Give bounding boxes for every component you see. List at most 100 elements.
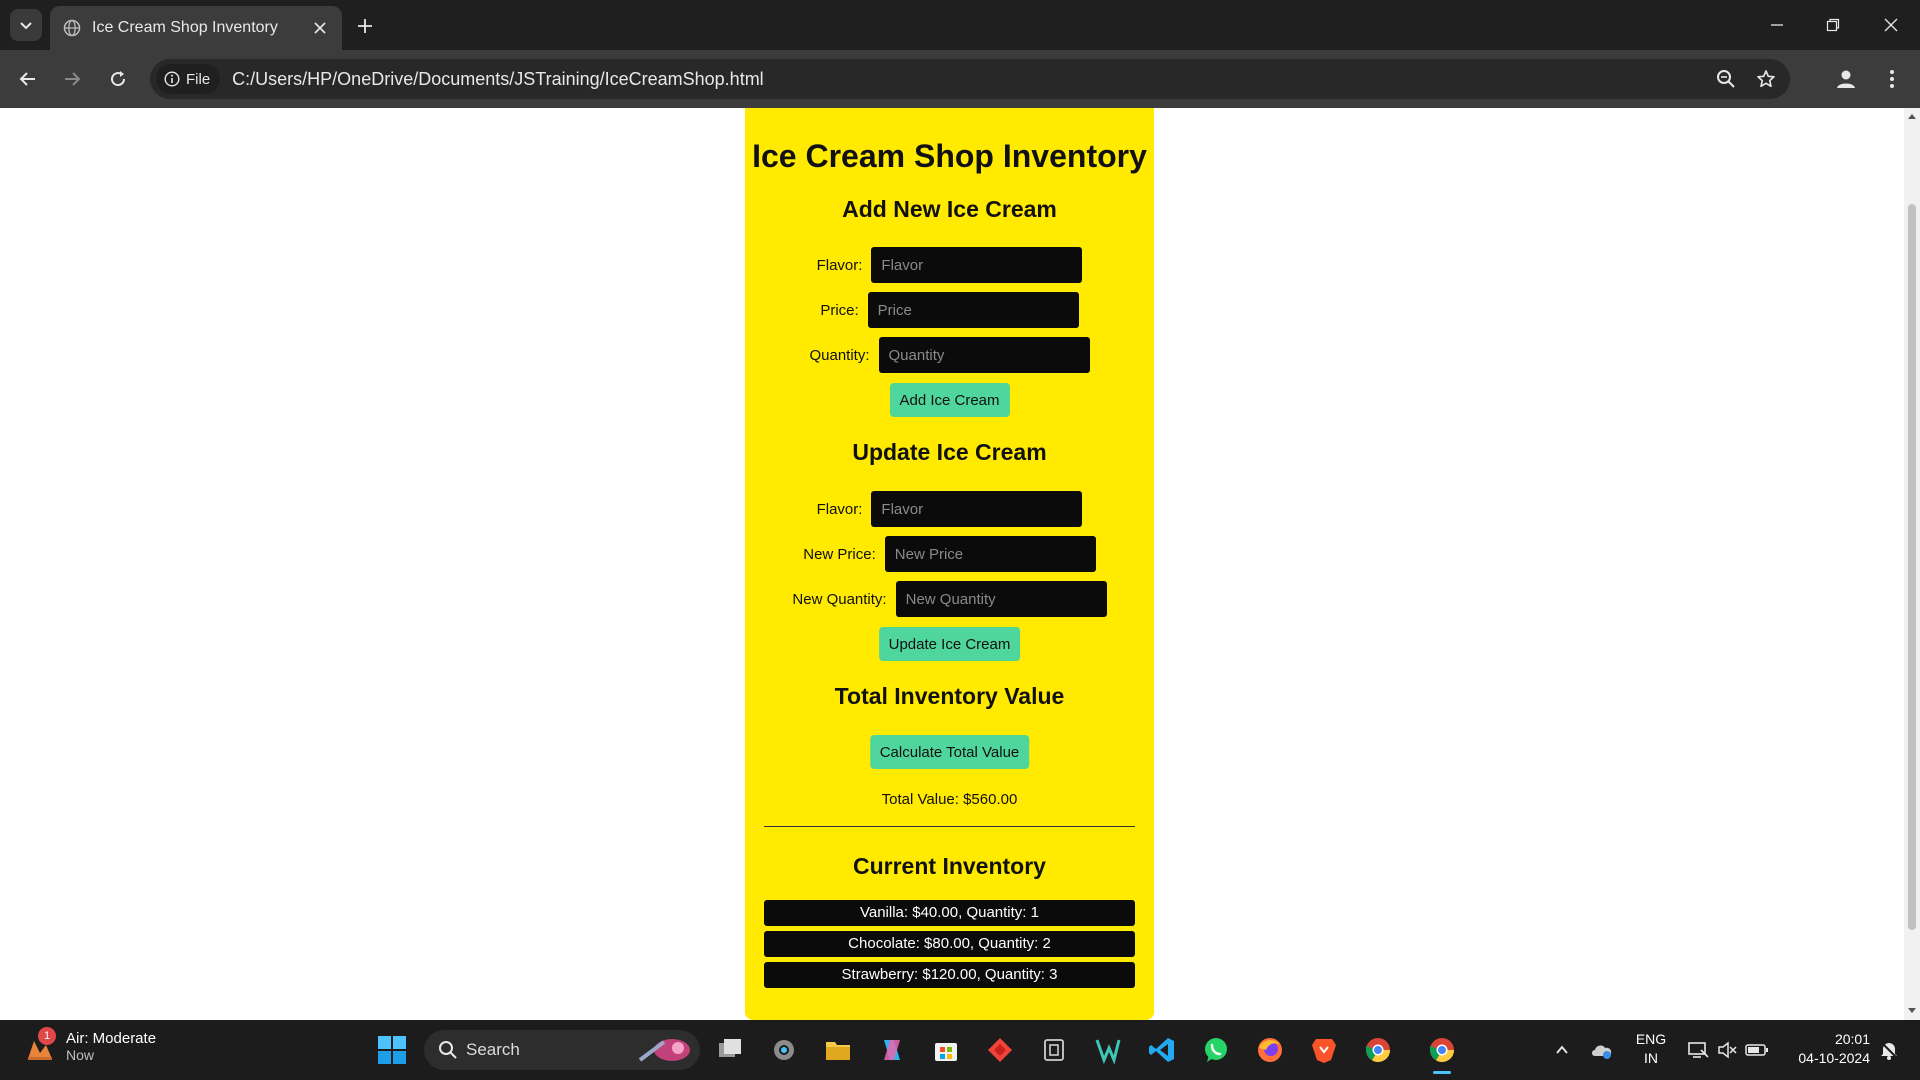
page-viewport: Ice Cream Shop Inventory Add New Ice Cre… <box>0 108 1904 1020</box>
search-highlight-icon <box>638 1039 690 1062</box>
visual-studio-app[interactable] <box>1090 1032 1126 1068</box>
total-value-text: Total Value: $560.00 <box>881 791 1018 808</box>
site-info-chip[interactable]: File <box>156 64 221 94</box>
add-quantity-input[interactable] <box>878 337 1090 373</box>
tray-overflow-button[interactable] <box>1548 1020 1576 1080</box>
update-flavor-input[interactable] <box>871 491 1083 527</box>
update-price-label: New Price: <box>803 545 876 563</box>
chrome-app[interactable] <box>1360 1032 1396 1068</box>
firefox-app[interactable] <box>1252 1032 1288 1068</box>
onedrive-button[interactable] <box>1586 1020 1618 1080</box>
chrome-active-icon <box>1430 1038 1454 1063</box>
battery-button[interactable] <box>1742 1020 1772 1080</box>
network-button[interactable] <box>1684 1020 1712 1080</box>
search-label: Search <box>466 1040 520 1059</box>
volume-button[interactable] <box>1714 1020 1740 1080</box>
add-price-input[interactable] <box>867 292 1079 328</box>
task-view-icon <box>719 1039 741 1057</box>
browser-tab[interactable]: Ice Cream Shop Inventory <box>50 6 342 50</box>
anydesk-app[interactable] <box>982 1032 1018 1068</box>
page-scrollbar[interactable] <box>1904 108 1920 1020</box>
minimize-button[interactable] <box>1754 10 1800 40</box>
whatsapp-app[interactable] <box>1198 1032 1234 1068</box>
language-indicator[interactable]: ENG IN <box>1626 1030 1676 1068</box>
update-ice-cream-button[interactable]: Update Ice Cream <box>878 627 1021 661</box>
add-price-label: Price: <box>820 301 859 319</box>
address-bar[interactable]: File C:/Users/HP/OneDrive/Documents/JSTr… <box>150 59 1790 99</box>
brave-app[interactable] <box>1306 1032 1342 1068</box>
clock[interactable]: 20:01 04-10-2024 <box>1780 1030 1870 1068</box>
inventory-item: Vanilla: $40.00, Quantity: 1 <box>764 900 1135 926</box>
microsoft-store-app[interactable] <box>928 1032 964 1068</box>
chevron-down-icon <box>20 22 32 30</box>
language-code: ENG <box>1635 1031 1667 1047</box>
close-icon <box>1884 18 1898 32</box>
file-explorer-icon <box>826 1042 850 1060</box>
forward-button[interactable] <box>56 63 88 95</box>
scroll-thumb[interactable] <box>1908 204 1916 930</box>
weather-badge: 1 <box>38 1026 56 1045</box>
update-price-input[interactable] <box>884 536 1096 572</box>
star-icon <box>1757 70 1775 88</box>
back-button[interactable] <box>12 63 44 95</box>
copilot-icon <box>884 1040 900 1060</box>
minimize-icon <box>1771 24 1783 26</box>
notifications-button[interactable] <box>1874 1020 1904 1080</box>
taskview-app[interactable] <box>712 1032 748 1068</box>
taskbar: 1 Air: Moderate Now Search ENG IN 20:01 … <box>0 1020 1920 1080</box>
tab-close-button[interactable] <box>308 16 332 40</box>
chrome-active-app[interactable] <box>1424 1032 1460 1074</box>
clock-time: 20:01 <box>1834 1031 1870 1047</box>
notification-bell-icon <box>1881 1042 1897 1060</box>
anydesk-icon <box>988 1038 1012 1062</box>
page-title: Ice Cream Shop Inventory <box>752 138 1147 174</box>
add-flavor-row: Flavor: <box>745 247 1154 283</box>
scroll-up-icon[interactable] <box>1908 114 1916 119</box>
add-ice-cream-button[interactable]: Add Ice Cream <box>889 383 1010 417</box>
update-section-title: Update Ice Cream <box>852 439 1047 465</box>
restore-button[interactable] <box>1810 10 1856 40</box>
file-explorer-app[interactable] <box>820 1032 856 1068</box>
add-flavor-label: Flavor: <box>816 256 863 274</box>
notepad-icon <box>1044 1039 1064 1061</box>
info-icon <box>164 71 180 87</box>
air-quality-icon: 1 <box>24 1026 56 1063</box>
inventory-item: Chocolate: $80.00, Quantity: 2 <box>764 931 1135 957</box>
section-divider <box>764 826 1135 827</box>
tab-strip: Ice Cream Shop Inventory <box>0 0 1920 50</box>
globe-icon <box>62 18 82 38</box>
zoom-button[interactable] <box>1710 63 1742 95</box>
close-icon <box>314 22 326 34</box>
settings-app[interactable] <box>766 1032 802 1068</box>
reload-button[interactable] <box>102 63 134 95</box>
copilot-app[interactable] <box>874 1032 910 1068</box>
start-button[interactable] <box>376 1034 408 1066</box>
update-quantity-input[interactable] <box>895 581 1107 617</box>
close-window-button[interactable] <box>1868 10 1914 40</box>
visual-studio-icon <box>1095 1039 1121 1064</box>
tab-search-button[interactable] <box>10 9 42 41</box>
taskbar-search[interactable]: Search <box>424 1030 700 1070</box>
update-flavor-label: Flavor: <box>816 500 863 518</box>
calculate-total-button[interactable]: Calculate Total Value <box>869 735 1030 769</box>
scroll-down-icon[interactable] <box>1908 1008 1916 1013</box>
notepad-app[interactable] <box>1036 1032 1072 1068</box>
weather-widget[interactable]: 1 Air: Moderate Now <box>24 1026 156 1063</box>
new-tab-button[interactable] <box>352 13 378 39</box>
weather-subtitle: Now <box>66 1047 95 1063</box>
url-text: C:/Users/HP/OneDrive/Documents/JSTrainin… <box>232 68 764 89</box>
reload-icon <box>111 71 126 87</box>
vscode-app[interactable] <box>1144 1032 1180 1068</box>
add-flavor-input[interactable] <box>871 247 1083 283</box>
profile-button[interactable] <box>1830 63 1862 95</box>
region-code: IN <box>1644 1050 1658 1066</box>
chrome-icon <box>1366 1038 1390 1063</box>
clock-date: 04-10-2024 <box>1798 1050 1870 1066</box>
bookmark-button[interactable] <box>1750 63 1782 95</box>
inventory-title: Current Inventory <box>853 853 1046 879</box>
add-price-row: Price: <box>745 292 1154 328</box>
browser-menu-button[interactable] <box>1876 63 1908 95</box>
plus-icon <box>358 19 372 33</box>
add-section-title: Add New Ice Cream <box>842 196 1057 222</box>
browser-toolbar: File C:/Users/HP/OneDrive/Documents/JSTr… <box>0 50 1920 108</box>
